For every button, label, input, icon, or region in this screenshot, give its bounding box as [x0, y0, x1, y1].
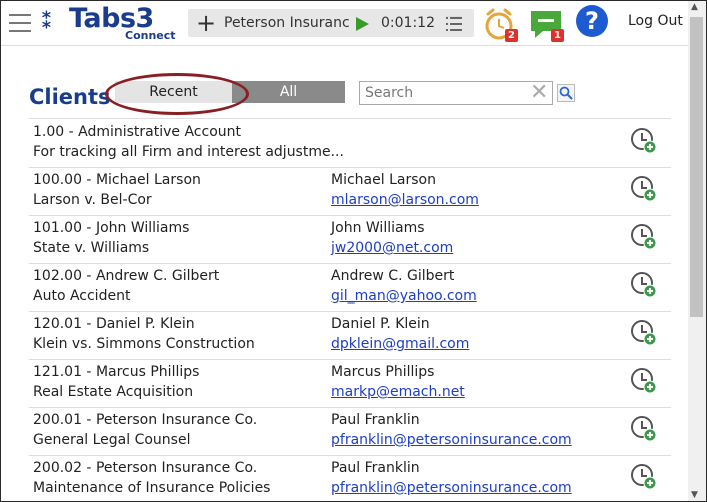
brand-subtitle: Connect	[125, 29, 176, 42]
client-matter-label[interactable]: 101.00 - John Williams	[33, 220, 189, 236]
client-matter-label[interactable]: 200.01 - Peterson Insurance Co.	[33, 412, 257, 428]
client-contact-name: Marcus Phillips	[331, 364, 435, 380]
play-icon[interactable]	[356, 17, 369, 31]
page-title: Clients	[29, 85, 111, 109]
vertical-scrollbar[interactable]: ▲ ▼	[688, 1, 706, 501]
client-description: Klein vs. Simmons Construction	[33, 336, 255, 352]
timer-time: 0:01:12	[381, 15, 435, 31]
logo-mark-icon: ⁑	[41, 9, 53, 34]
client-contact-name: Paul Franklin	[331, 460, 420, 476]
client-contact-name: Paul Franklin	[331, 412, 420, 428]
client-email-link[interactable]: dpklein@gmail.com	[331, 336, 469, 352]
client-contact-name: John Williams	[331, 220, 425, 236]
add-time-entry-icon[interactable]	[629, 174, 659, 204]
search-icon[interactable]	[557, 84, 575, 102]
client-row[interactable]: 101.00 - John Williams State v. Williams J…	[29, 215, 671, 264]
client-row[interactable]: 200.01 - Peterson Insurance Co. General L…	[29, 407, 671, 456]
header-bar: ⁑ Tabs3 Connect + Peterson Insuranc 0:01…	[1, 1, 688, 46]
client-row[interactable]: 102.00 - Andrew C. Gilbert Auto Accident A…	[29, 263, 671, 312]
client-description: Larson v. Bel-Cor	[33, 192, 152, 208]
tab-all[interactable]: All	[232, 81, 345, 103]
client-email-link[interactable]: markp@emach.net	[331, 384, 465, 400]
client-row[interactable]: 121.01 - Marcus Phillips Real Estate Acqu…	[29, 359, 671, 408]
client-matter-label[interactable]: 121.01 - Marcus Phillips	[33, 364, 199, 380]
scrollbar-thumb[interactable]	[690, 17, 703, 317]
scroll-down-icon[interactable]: ▼	[691, 490, 698, 500]
client-description: General Legal Counsel	[33, 432, 191, 448]
add-time-entry-icon[interactable]	[629, 318, 659, 348]
chat-icon[interactable]: 1	[529, 7, 565, 43]
tabs3-logo[interactable]: ⁑ Tabs3 Connect	[41, 3, 181, 42]
highlight-ring	[105, 73, 249, 115]
client-contact-name: Andrew C. Gilbert	[331, 268, 455, 284]
alarm-clock-icon[interactable]: 2	[483, 7, 519, 43]
add-time-entry-icon[interactable]	[629, 222, 659, 252]
help-icon[interactable]: ?	[576, 5, 608, 37]
client-description: State v. Williams	[33, 240, 150, 256]
plus-icon[interactable]: +	[196, 10, 216, 36]
client-description: Real Estate Acquisition	[33, 384, 194, 400]
search-placeholder: Search	[365, 85, 414, 101]
client-contact-name: Daniel P. Klein	[331, 316, 430, 332]
client-email-link[interactable]: pfranklin@petersoninsurance.com	[331, 432, 572, 448]
client-matter-label[interactable]: 100.00 - Michael Larson	[33, 172, 201, 188]
client-description: Maintenance of Insurance Policies	[33, 480, 271, 496]
client-description: Auto Accident	[33, 288, 131, 304]
client-description: For tracking all Firm and interest adjus…	[33, 144, 344, 160]
hamburger-icon[interactable]	[9, 14, 31, 32]
timer-bar[interactable]: + Peterson Insuranc 0:01:12	[188, 9, 474, 37]
client-matter-label[interactable]: 120.01 - Daniel P. Klein	[33, 316, 195, 332]
timer-client-name[interactable]: Peterson Insuranc	[224, 15, 352, 31]
client-matter-label[interactable]: 200.02 - Peterson Insurance Co.	[33, 460, 257, 476]
client-row[interactable]: 200.02 - Peterson Insurance Co. Maintenan…	[29, 455, 671, 501]
client-row[interactable]: 1.00 - Administrative Account For trackin…	[29, 119, 671, 168]
client-matter-label[interactable]: 102.00 - Andrew C. Gilbert	[33, 268, 219, 284]
add-time-entry-icon[interactable]	[629, 366, 659, 396]
client-email-link[interactable]: pfranklin@petersoninsurance.com	[331, 480, 572, 496]
client-list: 1.00 - Administrative Account For trackin…	[29, 118, 671, 501]
add-time-entry-icon[interactable]	[629, 414, 659, 444]
scroll-up-icon[interactable]: ▲	[691, 2, 698, 12]
logout-link[interactable]: Log Out	[628, 13, 683, 29]
client-email-link[interactable]: jw2000@net.com	[331, 240, 453, 256]
client-row[interactable]: 120.01 - Daniel P. Klein Klein vs. Simmon…	[29, 311, 671, 360]
add-time-entry-icon[interactable]	[629, 270, 659, 300]
alarm-badge: 2	[505, 29, 518, 42]
search-input[interactable]: Search ✕	[359, 81, 553, 105]
add-time-entry-icon[interactable]	[629, 126, 659, 156]
app-window: ⁑ Tabs3 Connect + Peterson Insuranc 0:01…	[0, 0, 707, 502]
client-email-link[interactable]: mlarson@larson.com	[331, 192, 479, 208]
chat-badge: 1	[551, 29, 564, 42]
clear-icon[interactable]: ✕	[530, 82, 548, 104]
list-icon[interactable]	[446, 16, 462, 31]
client-email-link[interactable]: gil_man@yahoo.com	[331, 288, 477, 304]
client-matter-label[interactable]: 1.00 - Administrative Account	[33, 124, 241, 140]
client-contact-name: Michael Larson	[331, 172, 436, 188]
add-time-entry-icon[interactable]	[629, 462, 659, 492]
client-row[interactable]: 100.00 - Michael Larson Larson v. Bel-Cor…	[29, 167, 671, 216]
